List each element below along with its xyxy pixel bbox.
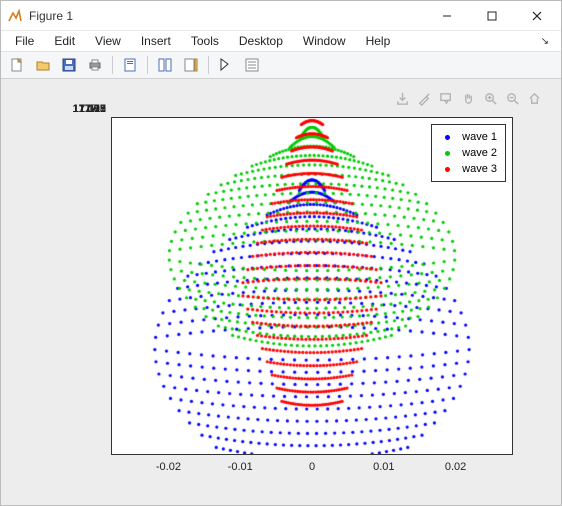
export-icon[interactable] <box>393 89 411 107</box>
toolbar-separator <box>147 56 148 74</box>
x-tick-label: -0.01 <box>228 461 253 473</box>
zoom-in-icon[interactable] <box>481 89 499 107</box>
close-button[interactable] <box>514 2 559 30</box>
legend-label: wave 2 <box>462 147 497 159</box>
save-button[interactable] <box>57 54 81 76</box>
legend-label: wave 3 <box>462 163 497 175</box>
toolbar-separator <box>208 56 209 74</box>
legend-marker-icon <box>438 167 456 172</box>
restore-view-icon[interactable] <box>525 89 543 107</box>
matlab-figure-icon <box>7 8 23 24</box>
print-preview-button[interactable] <box>118 54 142 76</box>
y-tick-label: 17.07 <box>51 103 106 115</box>
pan-icon[interactable] <box>459 89 477 107</box>
edit-plot-button[interactable] <box>214 54 238 76</box>
menu-edit[interactable]: Edit <box>46 32 83 50</box>
new-figure-button[interactable] <box>5 54 29 76</box>
print-button[interactable] <box>83 54 107 76</box>
menu-insert[interactable]: Insert <box>133 32 179 50</box>
menu-tools[interactable]: Tools <box>183 32 227 50</box>
x-tick-label: 0.01 <box>373 461 394 473</box>
link-axes-button[interactable] <box>153 54 177 76</box>
x-tick-label: -0.02 <box>156 461 181 473</box>
menu-desktop[interactable]: Desktop <box>231 32 291 50</box>
x-tick-label: 0.02 <box>445 461 466 473</box>
legend-marker-icon <box>438 135 456 140</box>
legend-marker-icon <box>438 151 456 156</box>
legend-item[interactable]: wave 2 <box>438 145 497 161</box>
maximize-button[interactable] <box>469 2 514 30</box>
x-tick-label: 0 <box>309 461 315 473</box>
insert-colorbar-button[interactable] <box>179 54 203 76</box>
menu-window[interactable]: Window <box>295 32 354 50</box>
property-inspector-button[interactable] <box>240 54 264 76</box>
axes-container: 17.115 17.11 17.105 17.1 17.095 17.09 17… <box>51 109 543 487</box>
brush-icon[interactable] <box>415 89 433 107</box>
legend-item[interactable]: wave 1 <box>438 129 497 145</box>
toolbar-separator <box>112 56 113 74</box>
window-title: Figure 1 <box>29 9 73 23</box>
legend[interactable]: wave 1 wave 2 wave 3 <box>431 124 506 182</box>
menu-overflow-icon[interactable]: ↘ <box>535 34 555 49</box>
open-button[interactable] <box>31 54 55 76</box>
axes-toolbar <box>393 89 543 107</box>
figure-area: 17.115 17.11 17.105 17.1 17.095 17.09 17… <box>1 79 561 505</box>
legend-label: wave 1 <box>462 131 497 143</box>
axes[interactable]: wave 1 wave 2 wave 3 <box>111 117 513 455</box>
menu-file[interactable]: File <box>7 32 42 50</box>
legend-item[interactable]: wave 3 <box>438 161 497 177</box>
minimize-button[interactable] <box>424 2 469 30</box>
zoom-out-icon[interactable] <box>503 89 521 107</box>
menu-bar: File Edit View Insert Tools Desktop Wind… <box>1 31 561 51</box>
menu-help[interactable]: Help <box>358 32 399 50</box>
menu-view[interactable]: View <box>87 32 129 50</box>
datatip-icon[interactable] <box>437 89 455 107</box>
title-bar: Figure 1 <box>1 1 561 31</box>
toolbar <box>1 51 561 79</box>
